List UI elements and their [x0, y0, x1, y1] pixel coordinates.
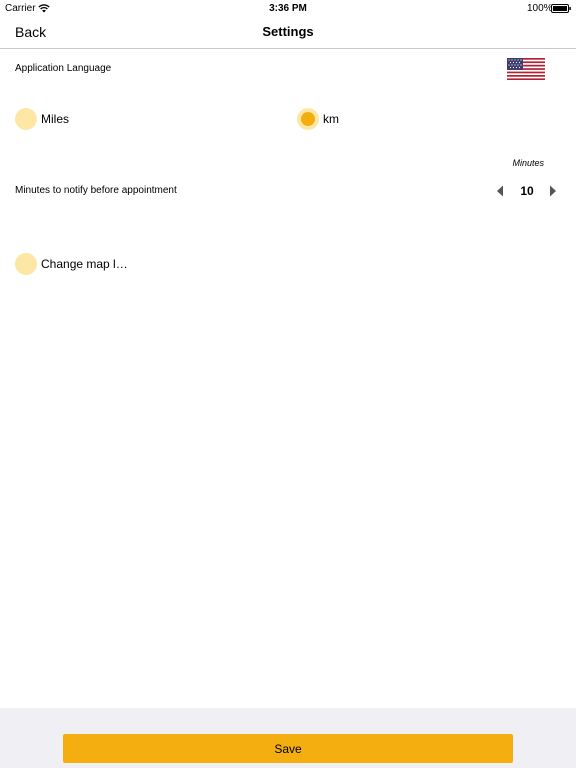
- us-flag-icon[interactable]: [507, 58, 545, 80]
- miles-label: Miles: [41, 112, 70, 126]
- decrement-arrow-icon[interactable]: [495, 184, 505, 198]
- nav-divider: [0, 48, 576, 49]
- status-bar: Carrier 3:36 PM 100%: [0, 0, 576, 18]
- km-radio[interactable]: [297, 108, 319, 130]
- change-map-radio[interactable]: [15, 253, 37, 275]
- minutes-caption: Minutes: [512, 158, 544, 168]
- application-language-label: Application Language: [15, 63, 112, 74]
- km-label: km: [323, 112, 339, 126]
- notify-minutes-label: Minutes to notify before appointment: [15, 185, 177, 196]
- increment-arrow-icon[interactable]: [548, 184, 558, 198]
- miles-radio[interactable]: [15, 108, 37, 130]
- minutes-value: 10: [520, 184, 534, 198]
- status-time: 3:36 PM: [269, 3, 307, 14]
- battery-icon: [551, 4, 571, 13]
- change-map-label: Change map l…: [41, 257, 128, 271]
- page-title: Settings: [262, 24, 314, 39]
- save-button[interactable]: Save: [63, 734, 513, 763]
- battery-percent: 100%: [527, 3, 553, 14]
